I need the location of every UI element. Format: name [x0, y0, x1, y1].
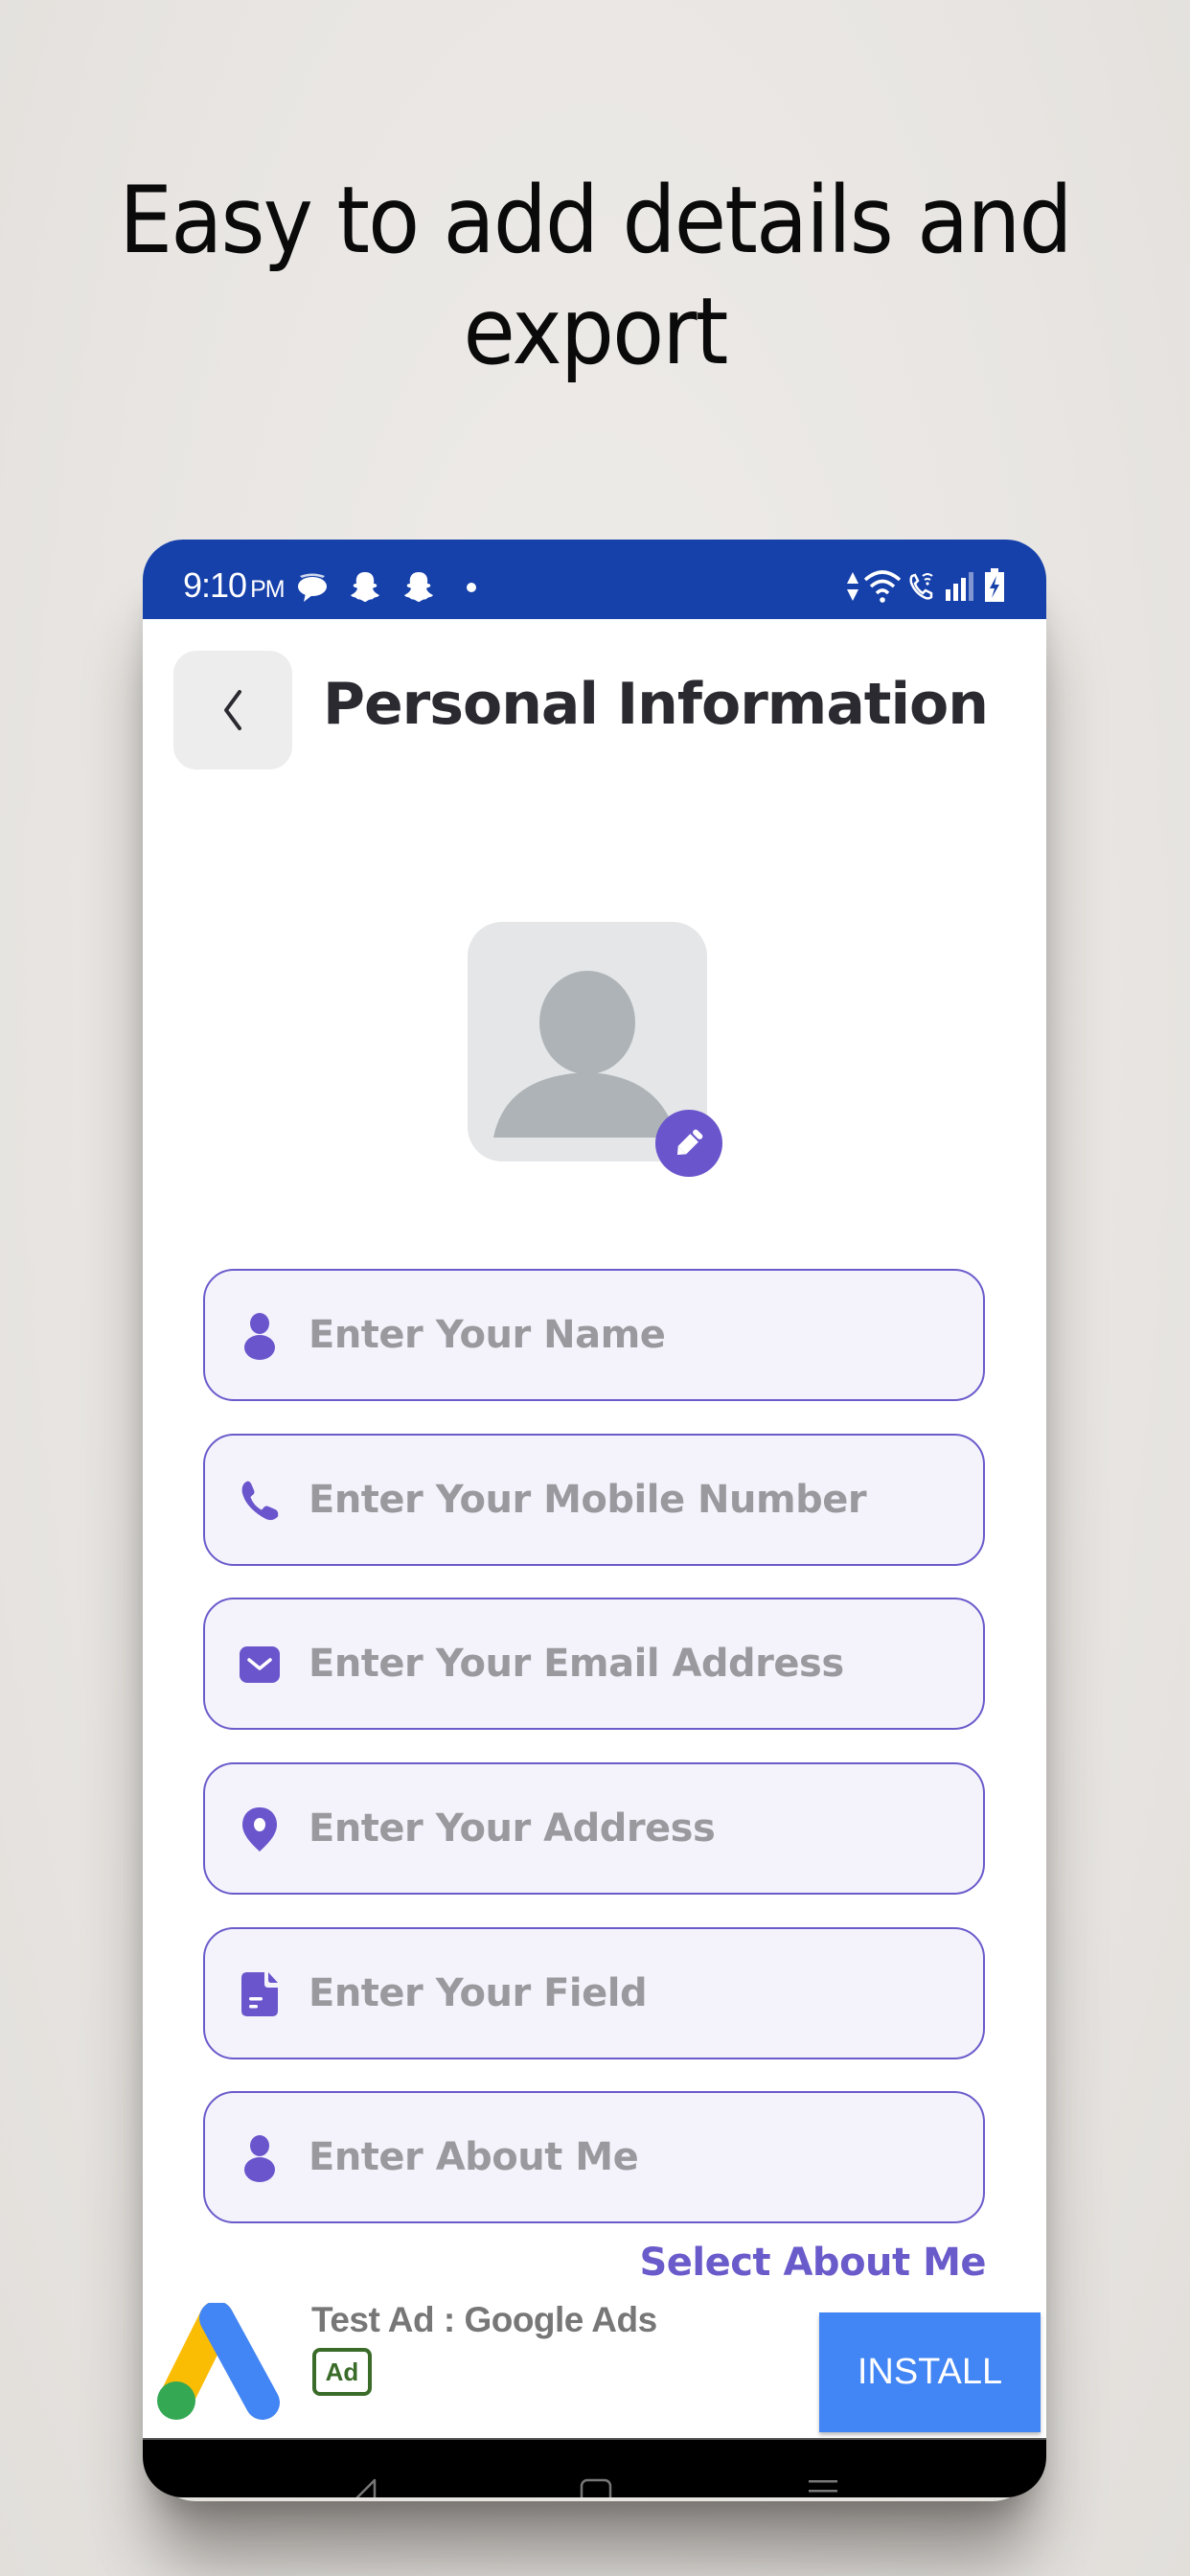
battery-charging-icon [985, 568, 1004, 602]
name-input[interactable] [309, 1271, 960, 1399]
pencil-icon [676, 1129, 703, 1156]
location-pin-icon [238, 1807, 282, 1852]
mail-icon [238, 1643, 282, 1687]
about-input[interactable] [309, 2093, 960, 2221]
field-of-work-input[interactable] [309, 1929, 960, 2058]
person-icon [238, 1313, 282, 1360]
phone-frame: 9:10 PM Personal Information Enter Your … [143, 540, 1046, 2497]
about-field[interactable] [203, 2091, 985, 2223]
status-time-value: 9:10 [183, 565, 247, 605]
edit-photo-button[interactable] [655, 1110, 722, 1177]
home-nav-icon[interactable] [580, 2478, 612, 2497]
ad-badge: Ad [312, 2348, 372, 2396]
email-input[interactable] [309, 1599, 960, 1728]
promo-headline: Easy to add details and export [48, 165, 1143, 387]
messages-icon [298, 573, 327, 602]
snapchat-icon [404, 572, 433, 602]
back-nav-icon[interactable] [350, 2478, 378, 2497]
name-field[interactable] [203, 1269, 985, 1401]
chevron-left-icon [224, 690, 241, 730]
promo-headline-line2: export [463, 278, 728, 385]
signal-icon [946, 572, 973, 601]
snapchat-icon [351, 572, 379, 602]
mobile-field[interactable] [203, 1434, 985, 1566]
data-arrows-icon [847, 572, 858, 601]
wifi-calling-icon [909, 573, 933, 600]
navigation-bar [143, 2438, 1046, 2497]
status-time-ampm: PM [250, 576, 285, 603]
ad-title: Test Ad : Google Ads [311, 2300, 657, 2339]
address-input[interactable] [309, 1764, 960, 1893]
document-icon [238, 1972, 282, 2016]
address-field[interactable] [203, 1762, 985, 1895]
select-about-me-link[interactable]: Select About Me [639, 2236, 986, 2289]
ad-banner[interactable]: Test Ad : Google Ads Ad INSTALL [143, 2289, 1046, 2438]
google-ads-logo-icon [157, 2303, 280, 2420]
dot-icon [467, 583, 476, 592]
back-button[interactable] [173, 651, 292, 770]
status-time: 9:10 PM [183, 565, 286, 607]
phone-icon [238, 1479, 282, 1523]
install-button[interactable]: INSTALL [819, 2312, 1041, 2432]
page-title: Personal Information [323, 671, 989, 738]
person-icon [238, 2135, 282, 2182]
mobile-input[interactable] [309, 1436, 960, 1564]
field-of-work-field[interactable] [203, 1927, 985, 2059]
wifi-icon [863, 570, 902, 603]
status-bar: 9:10 PM [143, 540, 1046, 619]
email-field[interactable] [203, 1598, 985, 1730]
promo-headline-line1: Easy to add details and [119, 167, 1072, 274]
recents-nav-icon[interactable] [807, 2478, 839, 2497]
